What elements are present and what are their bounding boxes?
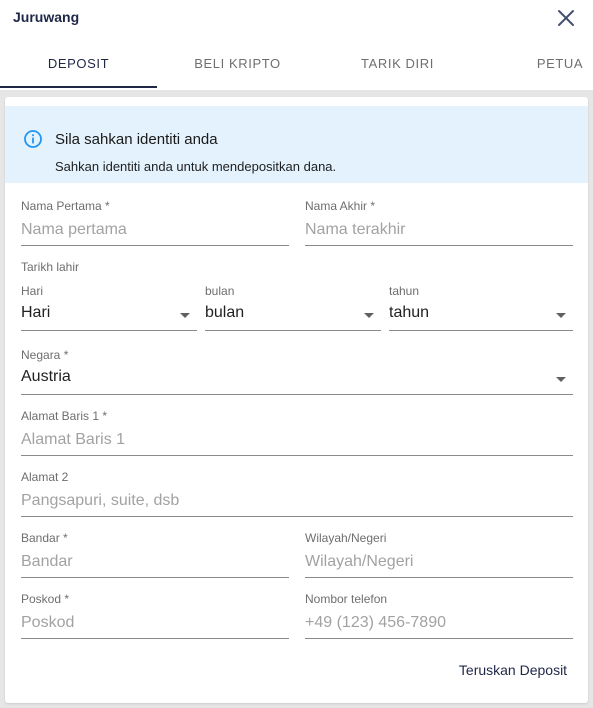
dropdown-arrow-icon <box>556 377 566 382</box>
state-label: Wilayah/Negeri <box>305 531 387 545</box>
last-name-underline <box>305 245 573 246</box>
address-line2-input[interactable] <box>21 490 573 512</box>
first-name-label: Nama Pertama * <box>21 199 110 213</box>
dialog-header: Juruwang <box>0 0 593 36</box>
alert-message: Sahkan identiti anda untuk mendepositkan… <box>55 159 337 174</box>
postcode-underline <box>21 638 289 639</box>
tab-bar: DEPOSIT BELI KRIPTO TARIK DIRI PETUA <box>0 44 593 90</box>
continue-deposit-button[interactable]: Teruskan Deposit <box>450 655 576 685</box>
close-button[interactable] <box>555 8 577 28</box>
verify-identity-alert: Sila sahkan identiti anda Sahkan identit… <box>5 106 588 183</box>
dob-year-select[interactable]: tahun tahun <box>389 284 573 332</box>
last-name-input[interactable] <box>305 219 573 241</box>
phone-underline <box>305 638 573 639</box>
country-underline <box>21 394 573 395</box>
country-select[interactable]: Negara * Austria <box>21 348 573 396</box>
dob-month-label: bulan <box>205 284 235 298</box>
city-label: Bandar * <box>21 531 68 545</box>
address-line2-label: Alamat 2 <box>21 470 69 484</box>
dob-year-label: tahun <box>389 284 420 298</box>
phone-input[interactable] <box>305 612 573 634</box>
state-input[interactable] <box>305 551 573 573</box>
dob-day-select[interactable]: Hari Hari <box>21 284 197 332</box>
tab-withdraw[interactable]: TARIK DIRI <box>320 44 475 88</box>
tab-deposit[interactable]: DEPOSIT <box>0 44 157 88</box>
dob-month-select[interactable]: bulan bulan <box>205 284 381 332</box>
close-icon <box>558 10 574 26</box>
address-line2-field: Alamat 2 <box>21 470 573 518</box>
address-line1-field: Alamat Baris 1 * <box>21 409 573 457</box>
address-line2-underline <box>21 516 573 517</box>
dob-day-value: Hari <box>21 304 51 321</box>
postcode-label: Poskod * <box>21 592 70 606</box>
deposit-form-card: Sila sahkan identiti anda Sahkan identit… <box>5 97 588 703</box>
dialog-title: Juruwang <box>13 9 80 25</box>
dropdown-arrow-icon <box>556 313 566 318</box>
country-label: Negara * <box>21 348 69 362</box>
last-name-field: Nama Akhir * <box>305 199 573 247</box>
city-field: Bandar * <box>21 531 289 579</box>
active-tab-indicator <box>0 86 157 88</box>
last-name-label: Nama Akhir * <box>305 199 376 213</box>
phone-field: Nombor telefon <box>305 592 573 640</box>
first-name-field: Nama Pertama * <box>21 199 289 247</box>
dob-year-underline <box>389 330 573 331</box>
state-field: Wilayah/Negeri <box>305 531 573 579</box>
country-value: Austria <box>21 368 71 385</box>
address-line1-input[interactable] <box>21 429 573 451</box>
state-underline <box>305 577 573 578</box>
postcode-field: Poskod * <box>21 592 289 640</box>
dropdown-arrow-icon <box>364 313 374 318</box>
city-input[interactable] <box>21 551 289 573</box>
info-icon <box>24 130 42 148</box>
address-line1-underline <box>21 455 573 456</box>
first-name-input[interactable] <box>21 219 289 241</box>
address-line1-label: Alamat Baris 1 * <box>21 409 108 423</box>
alert-title: Sila sahkan identiti anda <box>55 131 218 148</box>
date-of-birth-label: Tarikh lahir <box>21 260 80 274</box>
dob-month-underline <box>205 330 381 331</box>
first-name-underline <box>21 245 289 246</box>
dob-month-value: bulan <box>205 304 245 321</box>
dropdown-arrow-icon <box>180 313 190 318</box>
phone-label: Nombor telefon <box>305 592 388 606</box>
tab-tips[interactable]: PETUA <box>520 44 593 88</box>
city-underline <box>21 577 289 578</box>
dob-day-underline <box>21 330 197 331</box>
tab-buy-crypto[interactable]: BELI KRIPTO <box>160 44 315 88</box>
dob-year-value: tahun <box>389 304 430 321</box>
dob-day-label: Hari <box>21 284 44 298</box>
postcode-input[interactable] <box>21 612 289 634</box>
